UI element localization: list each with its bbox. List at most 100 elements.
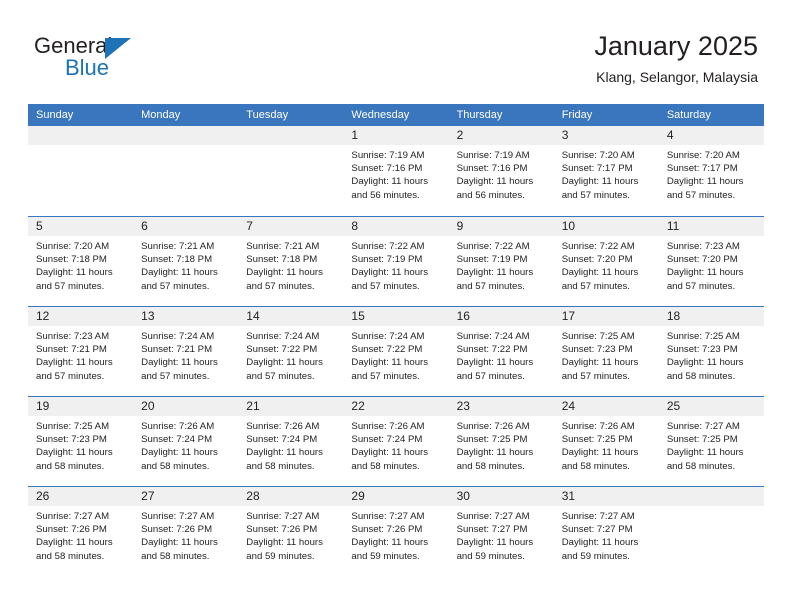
general-blue-logo: General Blue (34, 33, 184, 83)
day-detail-line: Sunrise: 7:26 AM (561, 421, 635, 432)
calendar-day-cell[interactable]: 20 Sunrise: 7:26 AM Sunset: 7:24 PM Dayligh… (133, 397, 239, 486)
calendar-page: General Blue January 2025 Klang, Selango… (0, 0, 792, 612)
day-detail-line: Sunset: 7:25 PM (666, 434, 738, 446)
day-detail-line: and 58 minutes. (351, 460, 420, 472)
calendar-day-cell[interactable]: 18 Sunrise: 7:25 AM Sunset: 7:23 PM Dayligh… (658, 307, 764, 396)
calendar-day-cell[interactable]: 5 Sunrise: 7:20 AM Sunset: 7:18 PM Daylight… (28, 217, 134, 306)
calendar-day-cell[interactable]: 27 Sunrise: 7:27 AM Sunset: 7:26 PM Dayligh… (133, 487, 239, 576)
day-number: 3 (561, 128, 569, 142)
day-detail-line: Daylight: 11 hours (561, 267, 639, 279)
day-detail-line: Sunset: 7:16 PM (456, 163, 528, 175)
day-detail-line: Sunrise: 7:19 AM (456, 150, 530, 161)
day-number: 30 (456, 489, 470, 503)
day-detail-line: Sunrise: 7:27 AM (351, 511, 425, 522)
day-detail-line: and 56 minutes. (456, 189, 525, 201)
calendar-day-cell[interactable]: 14 Sunrise: 7:24 AM Sunset: 7:22 PM Dayligh… (238, 307, 344, 396)
day-detail-line: Sunset: 7:22 PM (351, 344, 423, 356)
day-number: 31 (561, 489, 576, 503)
day-number: 2 (456, 128, 464, 142)
day-number-band: 13 (133, 307, 239, 326)
day-detail-text: Sunrise: 7:24 AM Sunset: 7:22 PM Daylight:… (343, 326, 448, 383)
day-detail-line: Sunrise: 7:26 AM (456, 421, 530, 432)
day-detail-line: Sunset: 7:19 PM (456, 254, 528, 266)
calendar-day-cell[interactable]: 9 Sunrise: 7:22 AM Sunset: 7:19 PM Daylight… (448, 217, 554, 306)
day-detail-line: Sunset: 7:24 PM (246, 434, 318, 446)
day-detail-text: Sunrise: 7:22 AM Sunset: 7:19 PM Daylight:… (343, 236, 448, 293)
day-detail-line: and 59 minutes. (561, 550, 630, 562)
calendar-day-cell[interactable]: 2 Sunrise: 7:19 AM Sunset: 7:16 PM Daylight… (448, 126, 554, 216)
day-detail-line: Sunset: 7:18 PM (36, 254, 107, 266)
day-detail-line: Daylight: 11 hours (666, 447, 744, 459)
day-detail-line: Sunrise: 7:19 AM (351, 150, 425, 161)
calendar-empty-cell (133, 126, 239, 216)
calendar-day-cell[interactable]: 13 Sunrise: 7:24 AM Sunset: 7:21 PM Dayligh… (133, 307, 239, 396)
day-detail-line: Sunrise: 7:25 AM (561, 331, 635, 342)
day-number-band: 18 (658, 307, 764, 326)
calendar-day-cell[interactable]: 26 Sunrise: 7:27 AM Sunset: 7:26 PM Dayligh… (28, 487, 134, 576)
day-detail-line: Sunrise: 7:24 AM (351, 331, 425, 342)
day-number-band: 1 (343, 126, 449, 145)
day-detail-text (238, 145, 343, 149)
day-detail-text (659, 506, 764, 510)
day-detail-text: Sunrise: 7:21 AM Sunset: 7:18 PM Daylight:… (238, 236, 343, 293)
day-number-band: 26 (28, 487, 134, 506)
day-number: 16 (456, 309, 470, 323)
day-detail-line: Sunrise: 7:27 AM (36, 511, 110, 522)
calendar-day-cell[interactable]: 23 Sunrise: 7:26 AM Sunset: 7:25 PM Dayligh… (448, 397, 554, 486)
day-detail-line: Sunset: 7:18 PM (141, 254, 213, 266)
day-detail-line: and 57 minutes. (561, 370, 630, 382)
day-detail-line: Daylight: 11 hours (351, 176, 429, 188)
day-number-band: 12 (28, 307, 134, 326)
calendar-day-cell[interactable]: 30 Sunrise: 7:27 AM Sunset: 7:27 PM Dayligh… (448, 487, 554, 576)
calendar-day-cell[interactable]: 17 Sunrise: 7:25 AM Sunset: 7:23 PM Dayligh… (553, 307, 659, 396)
day-detail-line: Sunset: 7:26 PM (36, 524, 107, 536)
calendar-day-cell[interactable]: 12 Sunrise: 7:23 AM Sunset: 7:21 PM Dayligh… (28, 307, 134, 396)
day-detail-line: Sunset: 7:20 PM (666, 254, 738, 266)
day-number-band (658, 487, 764, 506)
day-detail-line: and 58 minutes. (36, 550, 105, 562)
day-number: 13 (141, 309, 155, 323)
day-number-band: 9 (448, 217, 554, 236)
calendar-day-cell[interactable]: 10 Sunrise: 7:22 AM Sunset: 7:20 PM Dayligh… (553, 217, 659, 306)
calendar-day-cell[interactable]: 31 Sunrise: 7:27 AM Sunset: 7:27 PM Dayligh… (553, 487, 659, 576)
day-detail-line: Daylight: 11 hours (456, 447, 534, 459)
day-detail-line: Daylight: 11 hours (456, 176, 534, 188)
day-detail-line: Daylight: 11 hours (351, 537, 429, 549)
calendar-week-row: 1 Sunrise: 7:19 AM Sunset: 7:16 PM Daylight… (28, 126, 764, 216)
day-detail-text: Sunrise: 7:24 AM Sunset: 7:21 PM Daylight:… (133, 326, 238, 383)
calendar-day-cell[interactable]: 24 Sunrise: 7:26 AM Sunset: 7:25 PM Dayligh… (553, 397, 659, 486)
calendar-day-cell[interactable]: 7 Sunrise: 7:21 AM Sunset: 7:18 PM Daylight… (238, 217, 344, 306)
day-detail-line: Sunset: 7:23 PM (666, 344, 738, 356)
calendar-day-cell[interactable]: 3 Sunrise: 7:20 AM Sunset: 7:17 PM Daylight… (553, 126, 659, 216)
calendar-day-cell[interactable]: 29 Sunrise: 7:27 AM Sunset: 7:26 PM Dayligh… (343, 487, 449, 576)
calendar-day-cell[interactable]: 4 Sunrise: 7:20 AM Sunset: 7:17 PM Daylight… (658, 126, 764, 216)
calendar-week-row: 26 Sunrise: 7:27 AM Sunset: 7:26 PM Dayligh… (28, 486, 764, 576)
calendar-day-cell[interactable]: 1 Sunrise: 7:19 AM Sunset: 7:16 PM Daylight… (343, 126, 449, 216)
calendar-day-cell[interactable]: 19 Sunrise: 7:25 AM Sunset: 7:23 PM Dayligh… (28, 397, 134, 486)
day-number: 15 (351, 309, 365, 323)
day-number: 8 (351, 219, 359, 233)
day-detail-line: Daylight: 11 hours (36, 357, 113, 369)
page-header: General Blue January 2025 Klang, Selango… (0, 0, 792, 96)
day-detail-line: Daylight: 11 hours (246, 357, 323, 369)
calendar-day-cell[interactable]: 25 Sunrise: 7:27 AM Sunset: 7:25 PM Dayligh… (658, 397, 764, 486)
day-number-band: 16 (448, 307, 554, 326)
day-of-week-header: Wednesday (351, 109, 410, 121)
day-detail-line: Sunrise: 7:23 AM (666, 241, 740, 252)
day-detail-line: Sunset: 7:16 PM (351, 163, 423, 175)
calendar-day-cell[interactable]: 6 Sunrise: 7:21 AM Sunset: 7:18 PM Daylight… (133, 217, 239, 306)
day-detail-line: Sunset: 7:23 PM (561, 344, 633, 356)
calendar-day-cell[interactable]: 21 Sunrise: 7:26 AM Sunset: 7:24 PM Dayligh… (238, 397, 344, 486)
day-number-band: 3 (553, 126, 659, 145)
day-detail-line: Sunrise: 7:27 AM (666, 421, 740, 432)
calendar-day-cell[interactable]: 11 Sunrise: 7:23 AM Sunset: 7:20 PM Dayligh… (658, 217, 764, 306)
day-detail-line: Sunrise: 7:26 AM (141, 421, 215, 432)
calendar-day-cell[interactable]: 8 Sunrise: 7:22 AM Sunset: 7:19 PM Daylight… (343, 217, 449, 306)
day-detail-line: Daylight: 11 hours (36, 267, 113, 279)
calendar-day-cell[interactable]: 15 Sunrise: 7:24 AM Sunset: 7:22 PM Dayligh… (343, 307, 449, 396)
day-number-band: 20 (133, 397, 239, 416)
day-detail-text: Sunrise: 7:25 AM Sunset: 7:23 PM Daylight:… (659, 326, 764, 383)
calendar-day-cell[interactable]: 16 Sunrise: 7:24 AM Sunset: 7:22 PM Dayligh… (448, 307, 554, 396)
calendar-day-cell[interactable]: 28 Sunrise: 7:27 AM Sunset: 7:26 PM Dayligh… (238, 487, 344, 576)
calendar-day-cell[interactable]: 22 Sunrise: 7:26 AM Sunset: 7:24 PM Dayligh… (343, 397, 449, 486)
